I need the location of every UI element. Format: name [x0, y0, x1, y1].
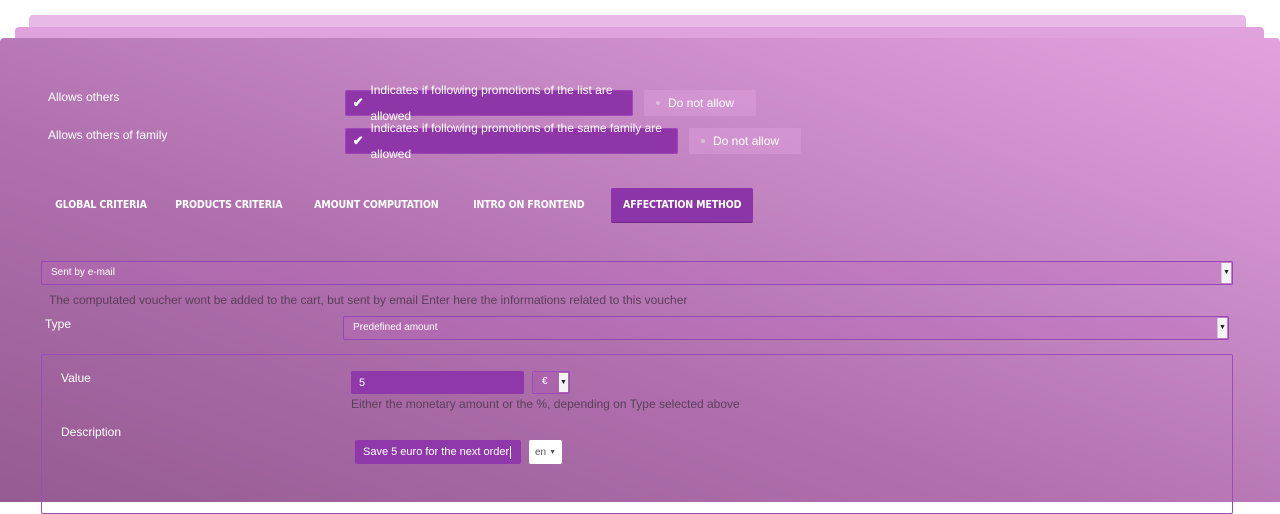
tab-intro-on-frontend[interactable]: Intro on frontend — [462, 188, 596, 222]
radio-dot-icon — [701, 139, 705, 143]
affectation-method-value: Sent by e-mail — [51, 267, 115, 278]
tab-amount-computation[interactable]: Amount computation — [303, 188, 450, 222]
value-input[interactable]: 5 — [351, 371, 524, 394]
currency-value: € — [542, 376, 548, 387]
tab-products-criteria[interactable]: Products criteria — [164, 188, 294, 222]
description-input-text: Save 5 euro for the next order — [363, 446, 510, 458]
language-select[interactable]: en ▼ — [529, 440, 562, 464]
allows-others-do-not-allow-option[interactable]: Do not allow — [644, 90, 756, 116]
description-input[interactable]: Save 5 euro for the next order — [355, 440, 521, 464]
allows-others-checkbox[interactable]: ✔ Indicates if following promotions of t… — [345, 83, 633, 123]
allows-others-family-label: Allows others of family — [48, 128, 168, 142]
value-label: Value — [61, 371, 91, 385]
criteria-tabs: Global criteria Products criteria Amount… — [44, 188, 764, 222]
voucher-details-box — [41, 354, 1233, 514]
description-label: Description — [61, 425, 122, 439]
check-icon: ✔ — [352, 133, 364, 148]
type-value: Predefined amount — [353, 322, 438, 333]
chevron-down-icon: ▼ — [549, 448, 557, 456]
allows-others-label: Allows others — [48, 90, 120, 104]
type-label: Type — [45, 317, 72, 331]
chevron-down-icon[interactable]: ▼ — [1221, 263, 1231, 283]
tab-affectation-method[interactable]: Affectation method — [610, 188, 754, 222]
allows-others-family-do-not-allow-option[interactable]: Do not allow — [689, 128, 801, 154]
language-value: en — [534, 446, 547, 458]
chevron-down-icon[interactable]: ▼ — [559, 373, 568, 392]
currency-select[interactable]: € ▼ — [532, 371, 570, 394]
allows-others-family-checkbox[interactable]: ✔ Indicates if following promotions of t… — [345, 121, 678, 161]
value-input-text: 5 — [359, 376, 366, 389]
allows-others-family-checked-label: Indicates if following promotions of the… — [370, 121, 662, 161]
chevron-down-icon[interactable]: ▼ — [1217, 318, 1227, 338]
check-icon: ✔ — [352, 95, 364, 110]
type-select[interactable]: Predefined amount ▼ — [343, 316, 1229, 340]
affectation-method-help: The computated voucher wont be added to … — [49, 293, 688, 307]
text-cursor — [510, 445, 512, 459]
value-help: Either the monetary amount or the %, dep… — [351, 397, 740, 411]
do-not-allow-label: Do not allow — [668, 96, 735, 110]
do-not-allow-label: Do not allow — [713, 134, 780, 148]
tab-global-criteria[interactable]: Global criteria — [44, 188, 158, 222]
radio-dot-icon — [656, 101, 660, 105]
affectation-method-select[interactable]: Sent by e-mail ▼ — [41, 261, 1233, 285]
